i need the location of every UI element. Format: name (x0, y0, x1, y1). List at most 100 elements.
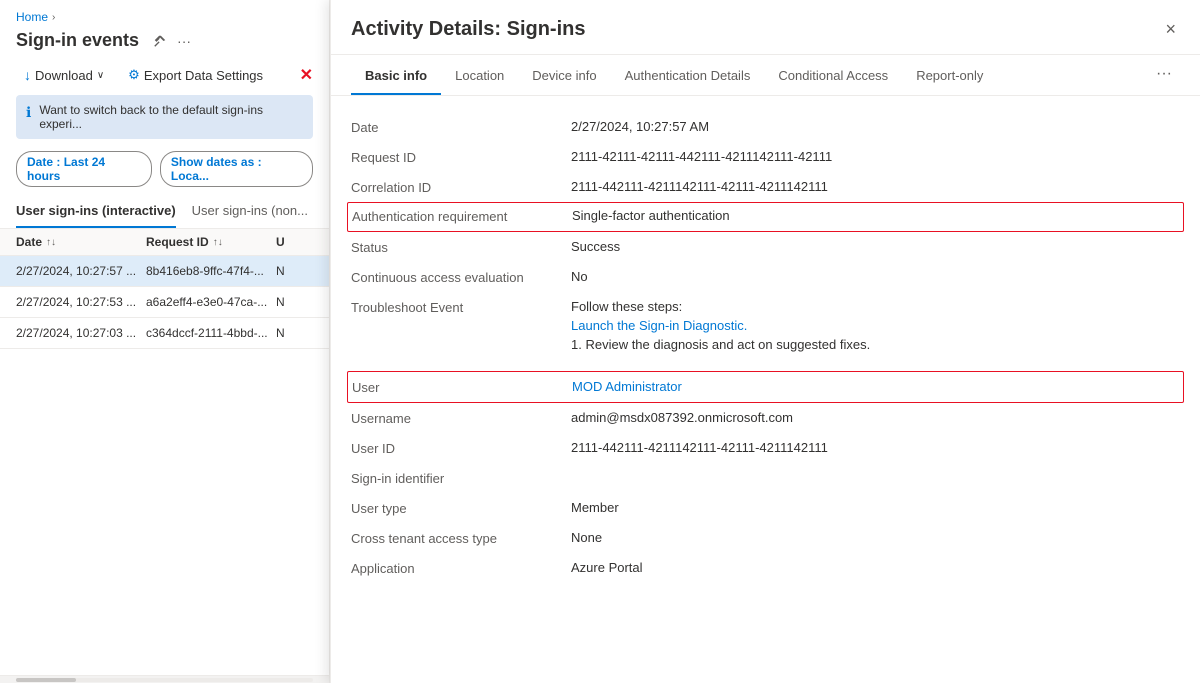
download-label: Download (35, 68, 93, 83)
date-format-label: Show dates as : Loca... (171, 155, 262, 183)
table-body: 2/27/2024, 10:27:57 ... 8b416eb8-9ffc-47… (0, 256, 329, 675)
value-cross-tenant: None (571, 530, 1180, 545)
value-cae: No (571, 269, 1180, 284)
detail-row-signin-id: Sign-in identifier (351, 463, 1180, 493)
banner-text: Want to switch back to the default sign-… (39, 103, 303, 131)
pin-icon[interactable] (151, 32, 169, 50)
detail-row-username: Username admin@msdx087392.onmicrosoft.co… (351, 403, 1180, 433)
troubleshoot-step1: 1. Review the diagnosis and act on sugge… (571, 337, 1180, 352)
label-date: Date (351, 119, 571, 135)
detail-row-troubleshoot: Troubleshoot Event Follow these steps: L… (351, 292, 1180, 359)
value-application: Azure Portal (571, 560, 1180, 575)
tab-non-interactive[interactable]: User sign-ins (non... (192, 195, 308, 228)
date-filter-chip[interactable]: Date : Last 24 hours (16, 151, 152, 187)
col-header-date[interactable]: Date ↑↓ (16, 235, 146, 249)
export-icon: ⚙ (128, 67, 140, 83)
date-filter-label: Date : Last 24 hours (27, 155, 105, 183)
download-icon: ↓ (24, 67, 31, 83)
download-button[interactable]: ↓ Download ∨ (16, 63, 112, 87)
toolbar-row: ↓ Download ∨ ⚙ Export Data Settings ✕ (0, 59, 329, 91)
modal-tabs: Basic info Location Device info Authenti… (331, 55, 1200, 96)
modal-close-button[interactable]: × (1161, 16, 1180, 42)
date-format-chip[interactable]: Show dates as : Loca... (160, 151, 313, 187)
detail-row-userid: User ID 2111-442111-4211142111-42111-421… (351, 433, 1180, 463)
tab-interactive[interactable]: User sign-ins (interactive) (16, 195, 176, 228)
cell-date: 2/27/2024, 10:27:53 ... (16, 295, 146, 309)
value-date: 2/27/2024, 10:27:57 AM (571, 119, 1180, 134)
auth-req-highlight: Authentication requirement Single-factor… (347, 202, 1184, 232)
export-button[interactable]: ⚙ Export Data Settings (120, 63, 271, 87)
tab-device-info[interactable]: Device info (518, 58, 610, 95)
table-header: Date ↑↓ Request ID ↑↓ U (0, 229, 329, 256)
troubleshoot-steps-text: Follow these steps: (571, 299, 1180, 314)
col-header-reqid[interactable]: Request ID ↑↓ (146, 235, 276, 249)
label-status: Status (351, 239, 571, 255)
info-icon: ℹ (26, 104, 31, 121)
horizontal-scrollbar[interactable] (0, 675, 329, 683)
tab-location[interactable]: Location (441, 58, 518, 95)
breadcrumb: Home › (0, 0, 329, 26)
detail-row-user: User MOD Administrator (352, 372, 1179, 402)
cell-date: 2/27/2024, 10:27:57 ... (16, 264, 146, 278)
tab-auth-details[interactable]: Authentication Details (611, 58, 765, 95)
label-application: Application (351, 560, 571, 576)
close-icon[interactable]: ✕ (300, 65, 313, 85)
cell-user: N (276, 264, 313, 278)
label-userid: User ID (351, 440, 571, 456)
value-username: admin@msdx087392.onmicrosoft.com (571, 410, 1180, 425)
label-corrId: Correlation ID (351, 179, 571, 195)
detail-row-corrId: Correlation ID 2111-442111-4211142111-42… (351, 172, 1180, 202)
value-status: Success (571, 239, 1180, 254)
user-highlight: User MOD Administrator (347, 371, 1184, 403)
table-row[interactable]: 2/27/2024, 10:27:57 ... 8b416eb8-9ffc-47… (0, 256, 329, 287)
tab-conditional-access[interactable]: Conditional Access (764, 58, 902, 95)
label-usertype: User type (351, 500, 571, 516)
panel-title-row: Sign-in events ··· (0, 26, 329, 59)
troubleshoot-link[interactable]: Launch the Sign-in Diagnostic. (571, 318, 1180, 333)
col-header-user: U (276, 235, 313, 249)
label-auth-req: Authentication requirement (352, 208, 572, 224)
modal-tabs-more[interactable]: ··· (1148, 55, 1180, 95)
download-chevron: ∨ (97, 70, 104, 81)
section-divider (351, 359, 1180, 371)
label-username: Username (351, 410, 571, 426)
value-reqid: 2111-42111-42111-442111-4211142111-42111 (571, 149, 1180, 164)
scroll-thumb[interactable] (16, 678, 76, 682)
cell-reqid: 8b416eb8-9ffc-47f4-... (146, 264, 276, 278)
detail-row-reqid: Request ID 2111-42111-42111-442111-42111… (351, 142, 1180, 172)
activity-details-panel: Activity Details: Sign-ins × Basic info … (330, 0, 1200, 683)
value-user[interactable]: MOD Administrator (572, 379, 1179, 394)
label-troubleshoot: Troubleshoot Event (351, 299, 571, 315)
detail-row-cross-tenant: Cross tenant access type None (351, 523, 1180, 553)
more-options-icon[interactable]: ··· (175, 31, 193, 51)
breadcrumb-home[interactable]: Home (16, 10, 48, 24)
breadcrumb-chevron: › (52, 12, 55, 23)
detail-row-auth-req: Authentication requirement Single-factor… (352, 203, 1179, 231)
modal-content: Date 2/27/2024, 10:27:57 AM Request ID 2… (331, 96, 1200, 683)
table-row[interactable]: 2/27/2024, 10:27:03 ... c364dccf-2111-4b… (0, 318, 329, 349)
modal-header: Activity Details: Sign-ins × (331, 0, 1200, 55)
tab-basic-info[interactable]: Basic info (351, 58, 441, 95)
detail-row-status: Status Success (351, 232, 1180, 262)
cell-reqid: a6a2eff4-e3e0-47ca-... (146, 295, 276, 309)
tab-report-only[interactable]: Report-only (902, 58, 997, 95)
signin-tabs: User sign-ins (interactive) User sign-in… (0, 195, 329, 229)
label-reqid: Request ID (351, 149, 571, 165)
value-troubleshoot: Follow these steps: Launch the Sign-in D… (571, 299, 1180, 352)
value-userid: 2111-442111-4211142111-42111-4211142111 (571, 440, 1180, 455)
left-panel: Home › Sign-in events ··· ↓ Download ∨ ⚙ (0, 0, 330, 683)
value-corrId: 2111-442111-4211142111-42111-4211142111 (571, 179, 1180, 194)
sort-reqid-icon: ↑↓ (213, 237, 223, 248)
cell-user: N (276, 295, 313, 309)
table-row[interactable]: 2/27/2024, 10:27:53 ... a6a2eff4-e3e0-47… (0, 287, 329, 318)
sort-date-icon: ↑↓ (46, 237, 56, 248)
detail-row-cae: Continuous access evaluation No (351, 262, 1180, 292)
modal-title: Activity Details: Sign-ins (351, 18, 1161, 41)
export-label: Export Data Settings (144, 68, 263, 83)
cell-date: 2/27/2024, 10:27:03 ... (16, 326, 146, 340)
scroll-track (16, 678, 313, 682)
cell-user: N (276, 326, 313, 340)
label-cross-tenant: Cross tenant access type (351, 530, 571, 546)
label-cae: Continuous access evaluation (351, 269, 571, 285)
detail-row-usertype: User type Member (351, 493, 1180, 523)
